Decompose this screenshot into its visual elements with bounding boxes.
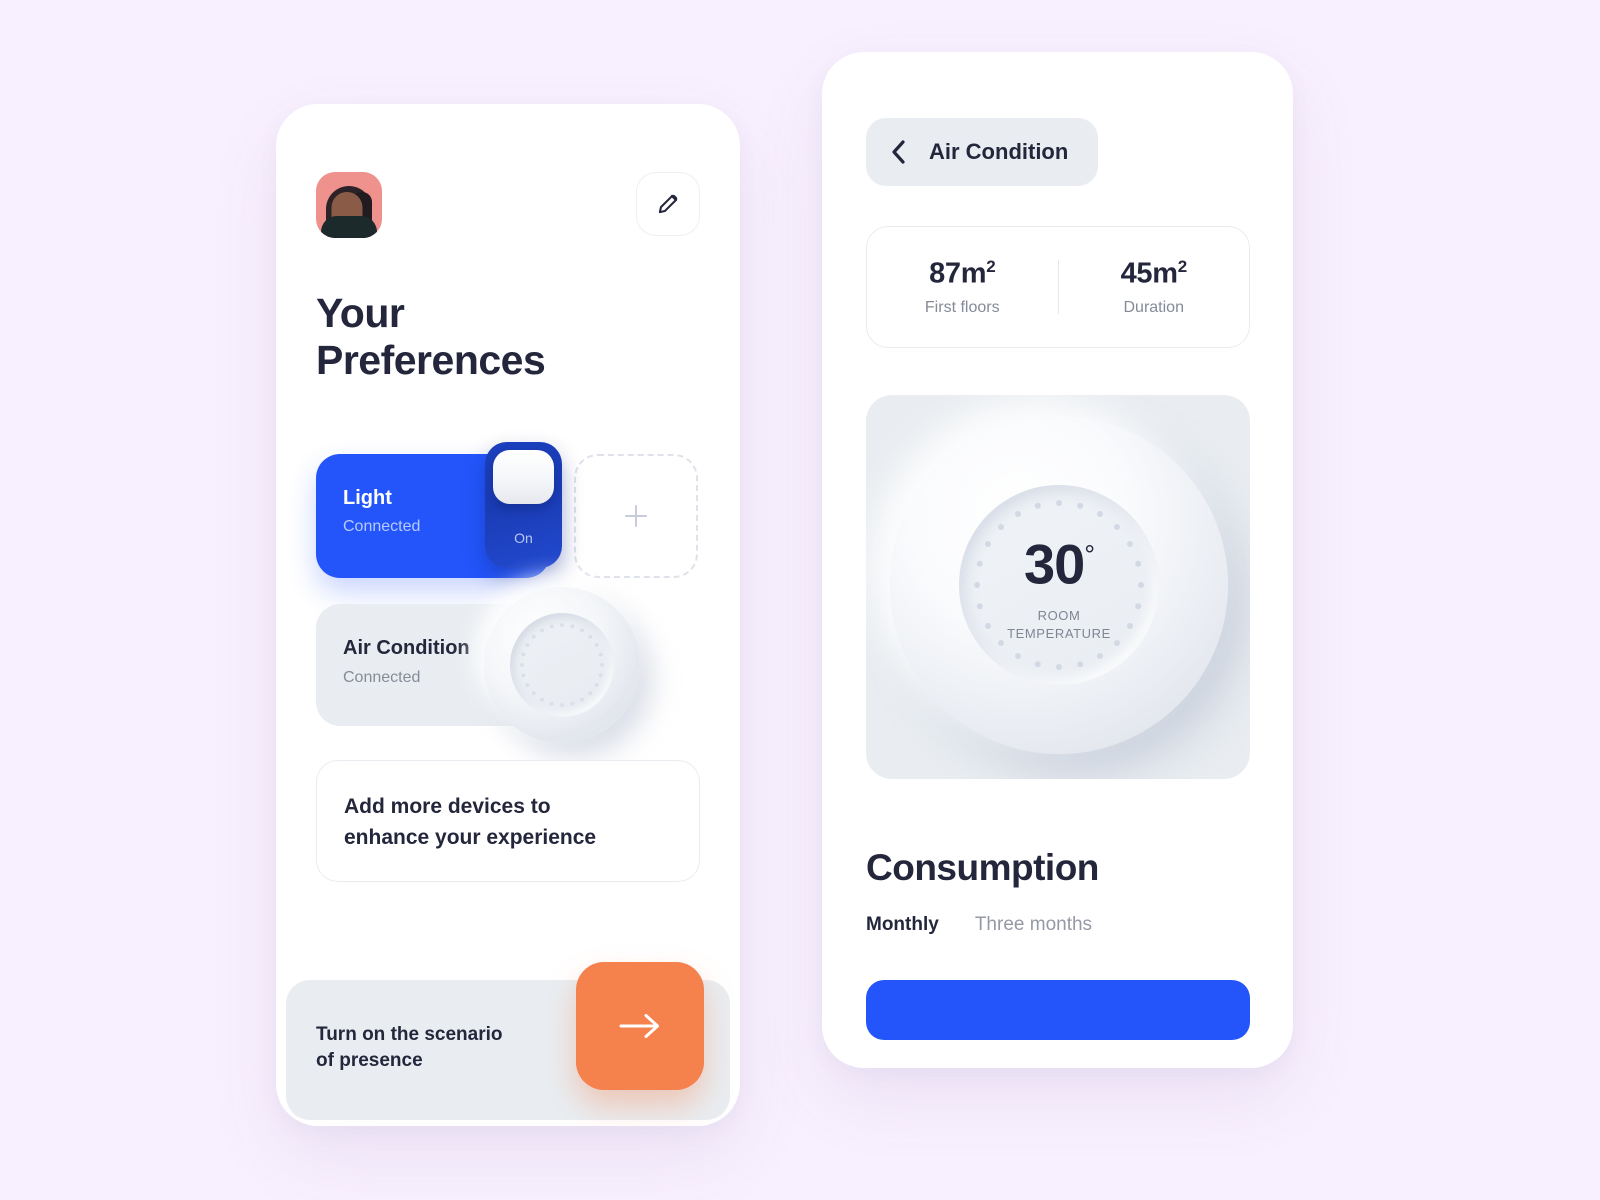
tab-monthly[interactable]: Monthly: [866, 914, 939, 936]
tab-three-months[interactable]: Three months: [975, 914, 1092, 936]
temperature-caption: ROOM TEMPERATURE: [1007, 607, 1111, 643]
stat-value: 87m2: [867, 257, 1058, 291]
light-toggle-switch[interactable]: On: [485, 442, 562, 568]
page-title: Your Preferences: [316, 290, 546, 384]
promo-line1: Add more devices to: [344, 795, 551, 818]
scenario-banner: Turn on the scenario of presence: [286, 962, 730, 1120]
device-name: Air Condition: [343, 637, 470, 659]
plus-icon: [625, 505, 647, 527]
device-status: Connected: [343, 518, 421, 535]
thermostat-panel: 30° ROOM TEMPERATURE: [866, 395, 1250, 779]
device-name: Light: [343, 487, 392, 509]
stat-label: Duration: [1123, 298, 1184, 316]
stat-first-floors: 87m2 First floors: [867, 257, 1058, 317]
promo-text: Add more devices to enhance your experie…: [344, 791, 677, 853]
stat-number: 45m: [1120, 257, 1178, 290]
stat-unit-exponent: 2: [986, 257, 996, 277]
toggle-knob: [493, 450, 554, 504]
stat-value: 45m2: [1059, 257, 1250, 291]
stat-unit-exponent: 2: [1177, 257, 1187, 277]
ac-dial-dot-ring: [520, 623, 604, 707]
screen-root: Your Preferences Light Connected On Air …: [0, 0, 1600, 1200]
header-title: Air Condition: [929, 139, 1069, 164]
avatar-shirt: [321, 216, 377, 238]
page-title-line1: Your: [316, 290, 405, 336]
device-status: Connected: [343, 669, 421, 686]
thermostat-readout: 30° ROOM TEMPERATURE: [890, 416, 1228, 754]
scenario-line1: Turn on the scenario: [316, 1024, 503, 1045]
temperature-number: 30: [1023, 532, 1085, 596]
pencil-icon: [658, 194, 678, 214]
consumption-title: Consumption: [866, 847, 1099, 888]
promo-line2: enhance your experience: [344, 826, 597, 849]
stat-label: First floors: [924, 298, 1000, 316]
chevron-left-icon: [892, 140, 905, 164]
device-card-air-condition[interactable]: Air Condition Connected: [316, 587, 640, 743]
arrow-right-icon: [619, 1014, 659, 1038]
temperature-value: 30°: [1023, 527, 1095, 596]
edit-profile-button[interactable]: [636, 172, 700, 236]
caption-line1: ROOM: [1037, 607, 1081, 623]
device-card-light[interactable]: Light Connected On: [316, 442, 562, 578]
scenario-line2: of presence: [316, 1050, 423, 1071]
page-title-line2: Preferences: [316, 337, 546, 383]
scenario-text: Turn on the scenario of presence: [316, 1022, 556, 1074]
stat-duration: 45m2 Duration: [1059, 257, 1250, 317]
caption-line2: TEMPERATURE: [1007, 625, 1111, 641]
avatar[interactable]: [316, 172, 382, 238]
add-device-button[interactable]: [574, 454, 698, 578]
back-header-button[interactable]: Air Condition: [866, 118, 1099, 186]
scenario-go-button[interactable]: [576, 962, 704, 1090]
thermostat-dial-outer[interactable]: 30° ROOM TEMPERATURE: [890, 416, 1228, 754]
device-row: Light Connected On: [316, 442, 698, 578]
stats-card: 87m2 First floors 45m2 Duration: [866, 226, 1250, 348]
consumption-tabs: Monthly Three months: [866, 914, 1092, 936]
profile-header: [316, 172, 700, 238]
preferences-screen-card: Your Preferences Light Connected On Air …: [276, 104, 740, 1126]
degree-symbol: °: [1084, 540, 1095, 571]
promo-card-add-devices[interactable]: Add more devices to enhance your experie…: [316, 760, 700, 882]
stat-number: 87m: [929, 257, 987, 290]
air-condition-screen-card: Air Condition 87m2 First floors 45m2 Dur…: [822, 52, 1293, 1068]
toggle-state-label: On: [514, 530, 533, 546]
ac-dial-knob[interactable]: [484, 587, 640, 743]
consumption-bar[interactable]: [866, 980, 1250, 1040]
